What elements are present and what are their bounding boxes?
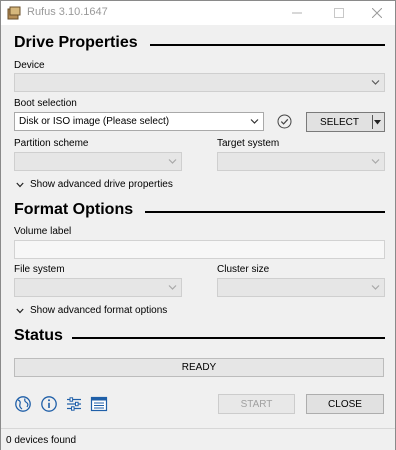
minimize-icon <box>292 12 302 14</box>
status-progress-bar: READY <box>14 358 384 377</box>
drive-properties-heading: Drive Properties <box>14 34 138 51</box>
close-button-label: CLOSE <box>328 398 362 410</box>
rufus-window: Rufus 3.10.1647 Drive Properties Device … <box>0 0 396 450</box>
format-options-heading: Format Options <box>14 201 134 218</box>
chevron-down-icon <box>16 182 24 187</box>
select-button-label: SELECT <box>320 116 359 128</box>
globe-icon[interactable] <box>14 395 32 413</box>
device-dropdown[interactable] <box>14 73 385 92</box>
file-system-dropdown[interactable] <box>14 278 182 297</box>
chevron-down-icon <box>371 159 380 164</box>
title-bar: Rufus 3.10.1647 <box>1 1 395 25</box>
window-title: Rufus 3.10.1647 <box>27 6 108 18</box>
device-label: Device <box>14 60 45 71</box>
close-window-button[interactable] <box>357 1 396 25</box>
section-divider <box>72 337 385 339</box>
chevron-down-icon <box>250 119 259 124</box>
info-icon[interactable] <box>40 395 58 413</box>
partition-scheme-dropdown[interactable] <box>14 152 182 171</box>
status-heading: Status <box>14 327 63 344</box>
boot-selection-value: Disk or ISO image (Please select) <box>19 116 170 127</box>
log-icon[interactable] <box>90 395 108 413</box>
section-divider <box>150 44 385 46</box>
start-button-label: START <box>240 398 273 410</box>
volume-label-label: Volume label <box>14 226 72 237</box>
boot-selection-dropdown[interactable]: Disk or ISO image (Please select) <box>14 112 264 131</box>
close-icon <box>372 8 382 18</box>
partition-scheme-label: Partition scheme <box>14 138 89 149</box>
rufus-app-icon <box>7 6 21 20</box>
status-text: READY <box>181 362 217 373</box>
file-system-label: File system <box>14 264 65 275</box>
boot-selection-label: Boot selection <box>14 98 77 109</box>
maximize-icon <box>334 8 344 18</box>
settings-icon[interactable] <box>65 395 83 413</box>
advanced-drive-properties-label: Show advanced drive properties <box>30 179 173 190</box>
select-button[interactable]: SELECT <box>306 112 385 132</box>
target-system-label: Target system <box>217 138 280 149</box>
volume-label-input[interactable] <box>14 240 385 259</box>
cluster-size-label: Cluster size <box>217 264 270 275</box>
chevron-down-icon <box>371 80 380 85</box>
chevron-down-icon <box>168 285 177 290</box>
start-button[interactable]: START <box>218 394 295 414</box>
main-panel: Drive Properties Device Boot selection D… <box>1 25 395 428</box>
chevron-down-icon <box>168 159 177 164</box>
advanced-format-options-label: Show advanced format options <box>30 305 168 316</box>
maximize-button[interactable] <box>319 1 359 25</box>
target-system-dropdown[interactable] <box>217 152 385 171</box>
chevron-down-icon <box>16 308 24 313</box>
verify-checkmark-icon[interactable] <box>277 114 292 129</box>
chevron-down-icon[interactable] <box>374 120 381 125</box>
device-count-text: 0 devices found <box>6 435 77 446</box>
advanced-format-options-toggle[interactable]: Show advanced format options <box>16 305 167 316</box>
close-button[interactable]: CLOSE <box>306 394 384 414</box>
cluster-size-dropdown[interactable] <box>217 278 385 297</box>
advanced-drive-properties-toggle[interactable]: Show advanced drive properties <box>16 179 173 190</box>
chevron-down-icon <box>371 285 380 290</box>
status-bar: 0 devices found <box>1 428 395 450</box>
section-divider <box>145 211 385 213</box>
split-divider <box>372 115 373 129</box>
minimize-button[interactable] <box>277 1 317 25</box>
